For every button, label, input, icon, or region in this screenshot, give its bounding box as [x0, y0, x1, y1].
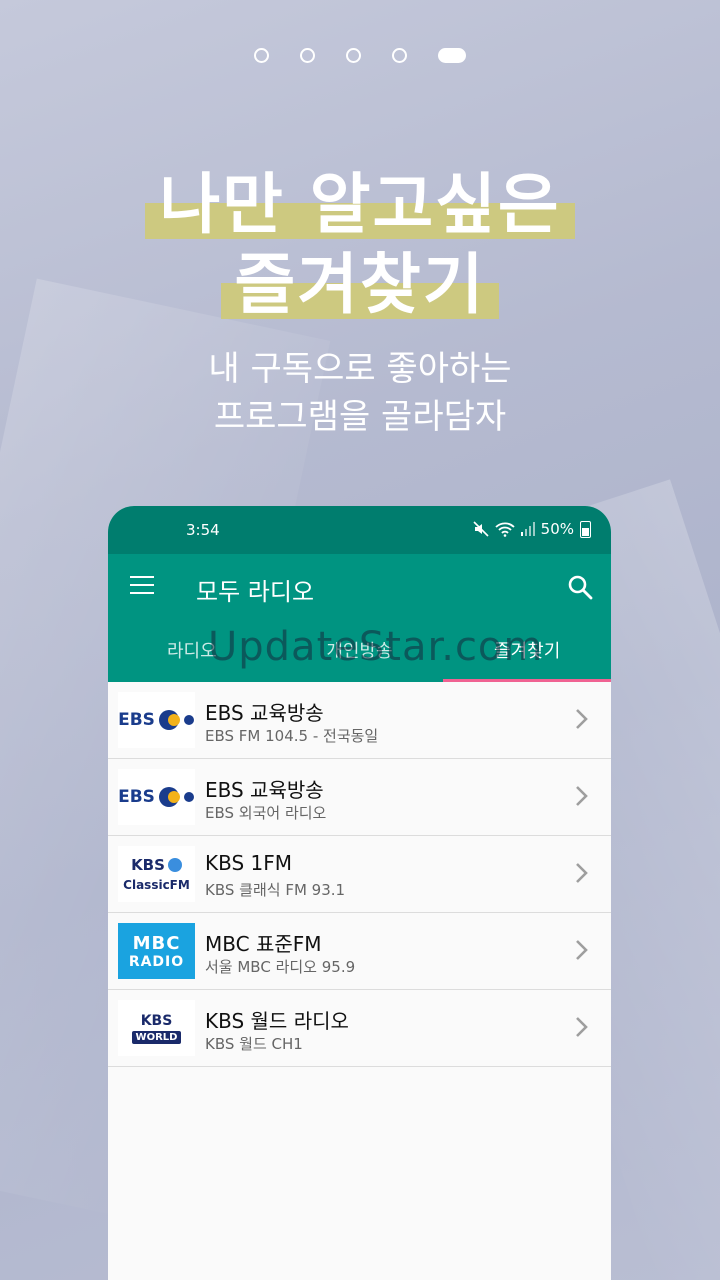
status-icons: 50% — [473, 520, 591, 538]
station-title: KBS 1FM — [205, 851, 293, 875]
list-item[interactable]: EBS EBS 교육방송 EBS FM 104.5 - 전국동일 — [108, 682, 611, 759]
list-item[interactable]: KBS ClassicFM KBS 1FM KBS 클래식 FM 93.1 — [108, 836, 611, 913]
signal-icon — [520, 522, 535, 536]
hamburger-icon[interactable] — [130, 576, 154, 596]
station-title: EBS 교육방송 — [205, 701, 324, 725]
page-dot-3[interactable] — [346, 48, 361, 63]
battery-percent: 50% — [540, 520, 574, 538]
headline-line-1: 나만 알고싶은 — [145, 165, 575, 245]
battery-icon — [580, 520, 591, 538]
tab-bar: 라디오 개인방송 즐겨찾기 — [108, 622, 611, 682]
list-item[interactable]: MBC RADIO MBC 표준FM 서울 MBC 라디오 95.9 — [108, 913, 611, 990]
subtitle-line-1: 내 구독으로 좋아하는 — [208, 349, 512, 389]
ebs-logo: EBS — [118, 692, 195, 748]
mbc-radio-logo: MBC RADIO — [118, 923, 195, 979]
chevron-right-icon — [576, 709, 588, 729]
chevron-right-icon — [576, 1017, 588, 1037]
station-title: MBC 표준FM — [205, 932, 322, 956]
page-indicator — [0, 45, 720, 64]
page-dot-4[interactable] — [392, 48, 408, 63]
list-item[interactable]: EBS EBS 교육방송 EBS 외국어 라디오 — [108, 759, 611, 836]
mute-icon — [473, 521, 489, 537]
status-time: 3:54 — [186, 521, 220, 539]
subtitle-line-2: 프로그램을 골라담자 — [213, 397, 507, 437]
chevron-right-icon — [576, 786, 588, 806]
tab-favorites[interactable]: 즐겨찾기 — [443, 622, 611, 682]
phone-preview: 3:54 50% 모두 라디오 라디오 개인방송 즐겨찾기 UpdateStar… — [108, 506, 611, 1280]
tab-personal-broadcast[interactable]: 개인방송 — [276, 622, 444, 682]
search-icon[interactable] — [567, 574, 593, 600]
subtitle: 내 구독으로 좋아하는 프로그램을 골라담자 — [0, 345, 720, 441]
kbs-world-logo: KBS WORLD — [118, 1000, 195, 1056]
list-item[interactable]: KBS WORLD KBS 월드 라디오 KBS 월드 CH1 — [108, 990, 611, 1067]
favorites-list: EBS EBS 교육방송 EBS FM 104.5 - 전국동일 EBS EBS… — [108, 682, 611, 1067]
chevron-right-icon — [576, 863, 588, 883]
chevron-right-icon — [576, 940, 588, 960]
headline: 나만 알고싶은 즐겨찾기 — [0, 165, 720, 325]
station-subtitle: KBS 클래식 FM 93.1 — [205, 881, 346, 899]
page-dot-2[interactable] — [299, 48, 315, 63]
headline-line-2: 즐겨찾기 — [220, 245, 500, 325]
station-title: EBS 교육방송 — [205, 778, 324, 802]
page-dot-5-active[interactable] — [438, 48, 467, 63]
ebs-logo: EBS — [118, 769, 195, 825]
tab-radio[interactable]: 라디오 — [108, 622, 276, 682]
app-bar: 모두 라디오 — [108, 554, 611, 622]
station-title: KBS 월드 라디오 — [205, 1009, 349, 1033]
station-subtitle: KBS 월드 CH1 — [205, 1035, 303, 1053]
status-bar: 3:54 50% — [108, 506, 611, 554]
station-subtitle: 서울 MBC 라디오 95.9 — [205, 958, 356, 976]
kbs-classic-fm-logo: KBS ClassicFM — [118, 846, 195, 902]
station-subtitle: EBS FM 104.5 - 전국동일 — [205, 727, 379, 745]
page-dot-1[interactable] — [253, 48, 269, 63]
station-subtitle: EBS 외국어 라디오 — [205, 804, 327, 822]
wifi-icon — [495, 522, 515, 537]
app-title: 모두 라디오 — [196, 578, 315, 606]
